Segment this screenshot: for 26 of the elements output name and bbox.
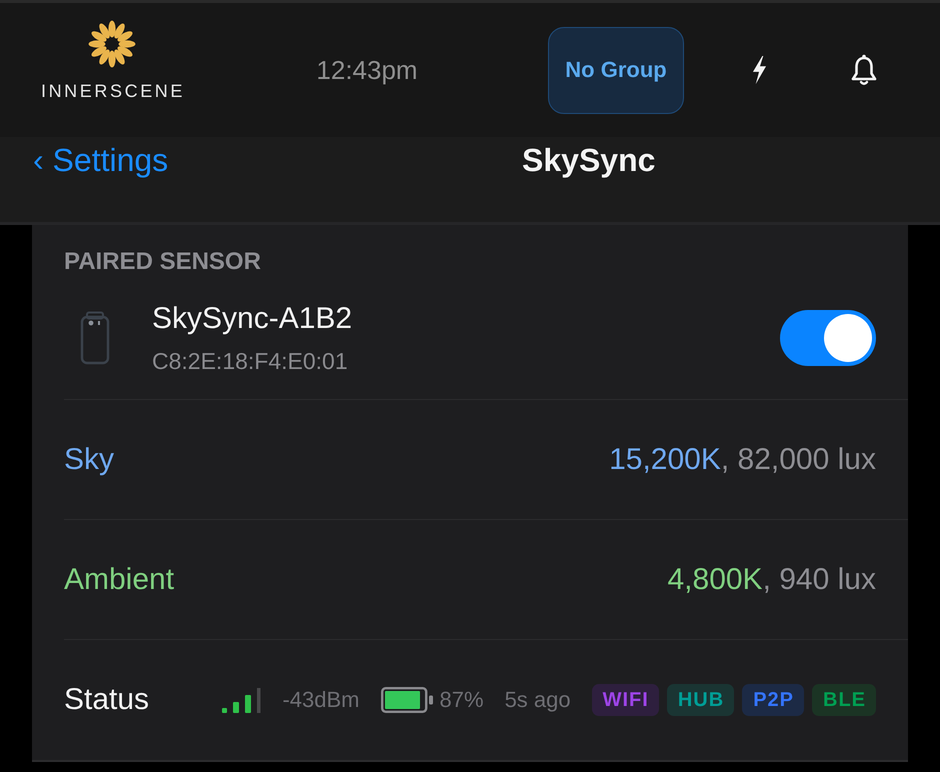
logo-wordmark: INNERSCENE [40, 82, 186, 100]
lightning-icon[interactable] [752, 55, 766, 85]
sensor-device-icon [80, 310, 110, 364]
signal-strength: -43dBm [282, 687, 360, 713]
group-button[interactable]: No Group [548, 26, 684, 114]
connection-tag: BLE [812, 684, 876, 716]
reading-label: Sky [64, 442, 114, 476]
reading-label: Ambient [64, 562, 174, 596]
page-title: SkySync [522, 142, 656, 179]
back-link[interactable]: ‹ Settings [33, 142, 168, 179]
section-heading: PAIRED SENSOR [64, 247, 261, 276]
signal-icon [222, 688, 262, 712]
last-seen: 5s ago [504, 687, 571, 713]
sunburst-icon [88, 20, 136, 68]
reading-value: 4,800K, 940 lux [667, 562, 876, 596]
bell-icon[interactable] [850, 54, 878, 86]
status-label: Status [64, 683, 150, 717]
clock-time: 12:43pm [316, 54, 418, 86]
battery-percent: 87% [440, 687, 484, 713]
sensor-name: SkySync-A1B2 [152, 302, 352, 336]
connection-tag: WIFI [592, 684, 659, 716]
reading-value: 15,200K, 82,000 lux [609, 442, 876, 476]
battery-icon [380, 687, 433, 713]
connection-tag: P2P [742, 684, 804, 716]
sensor-address: C8:2E:18:F4:E0:01 [152, 348, 348, 374]
connection-tag: HUB [666, 684, 734, 716]
